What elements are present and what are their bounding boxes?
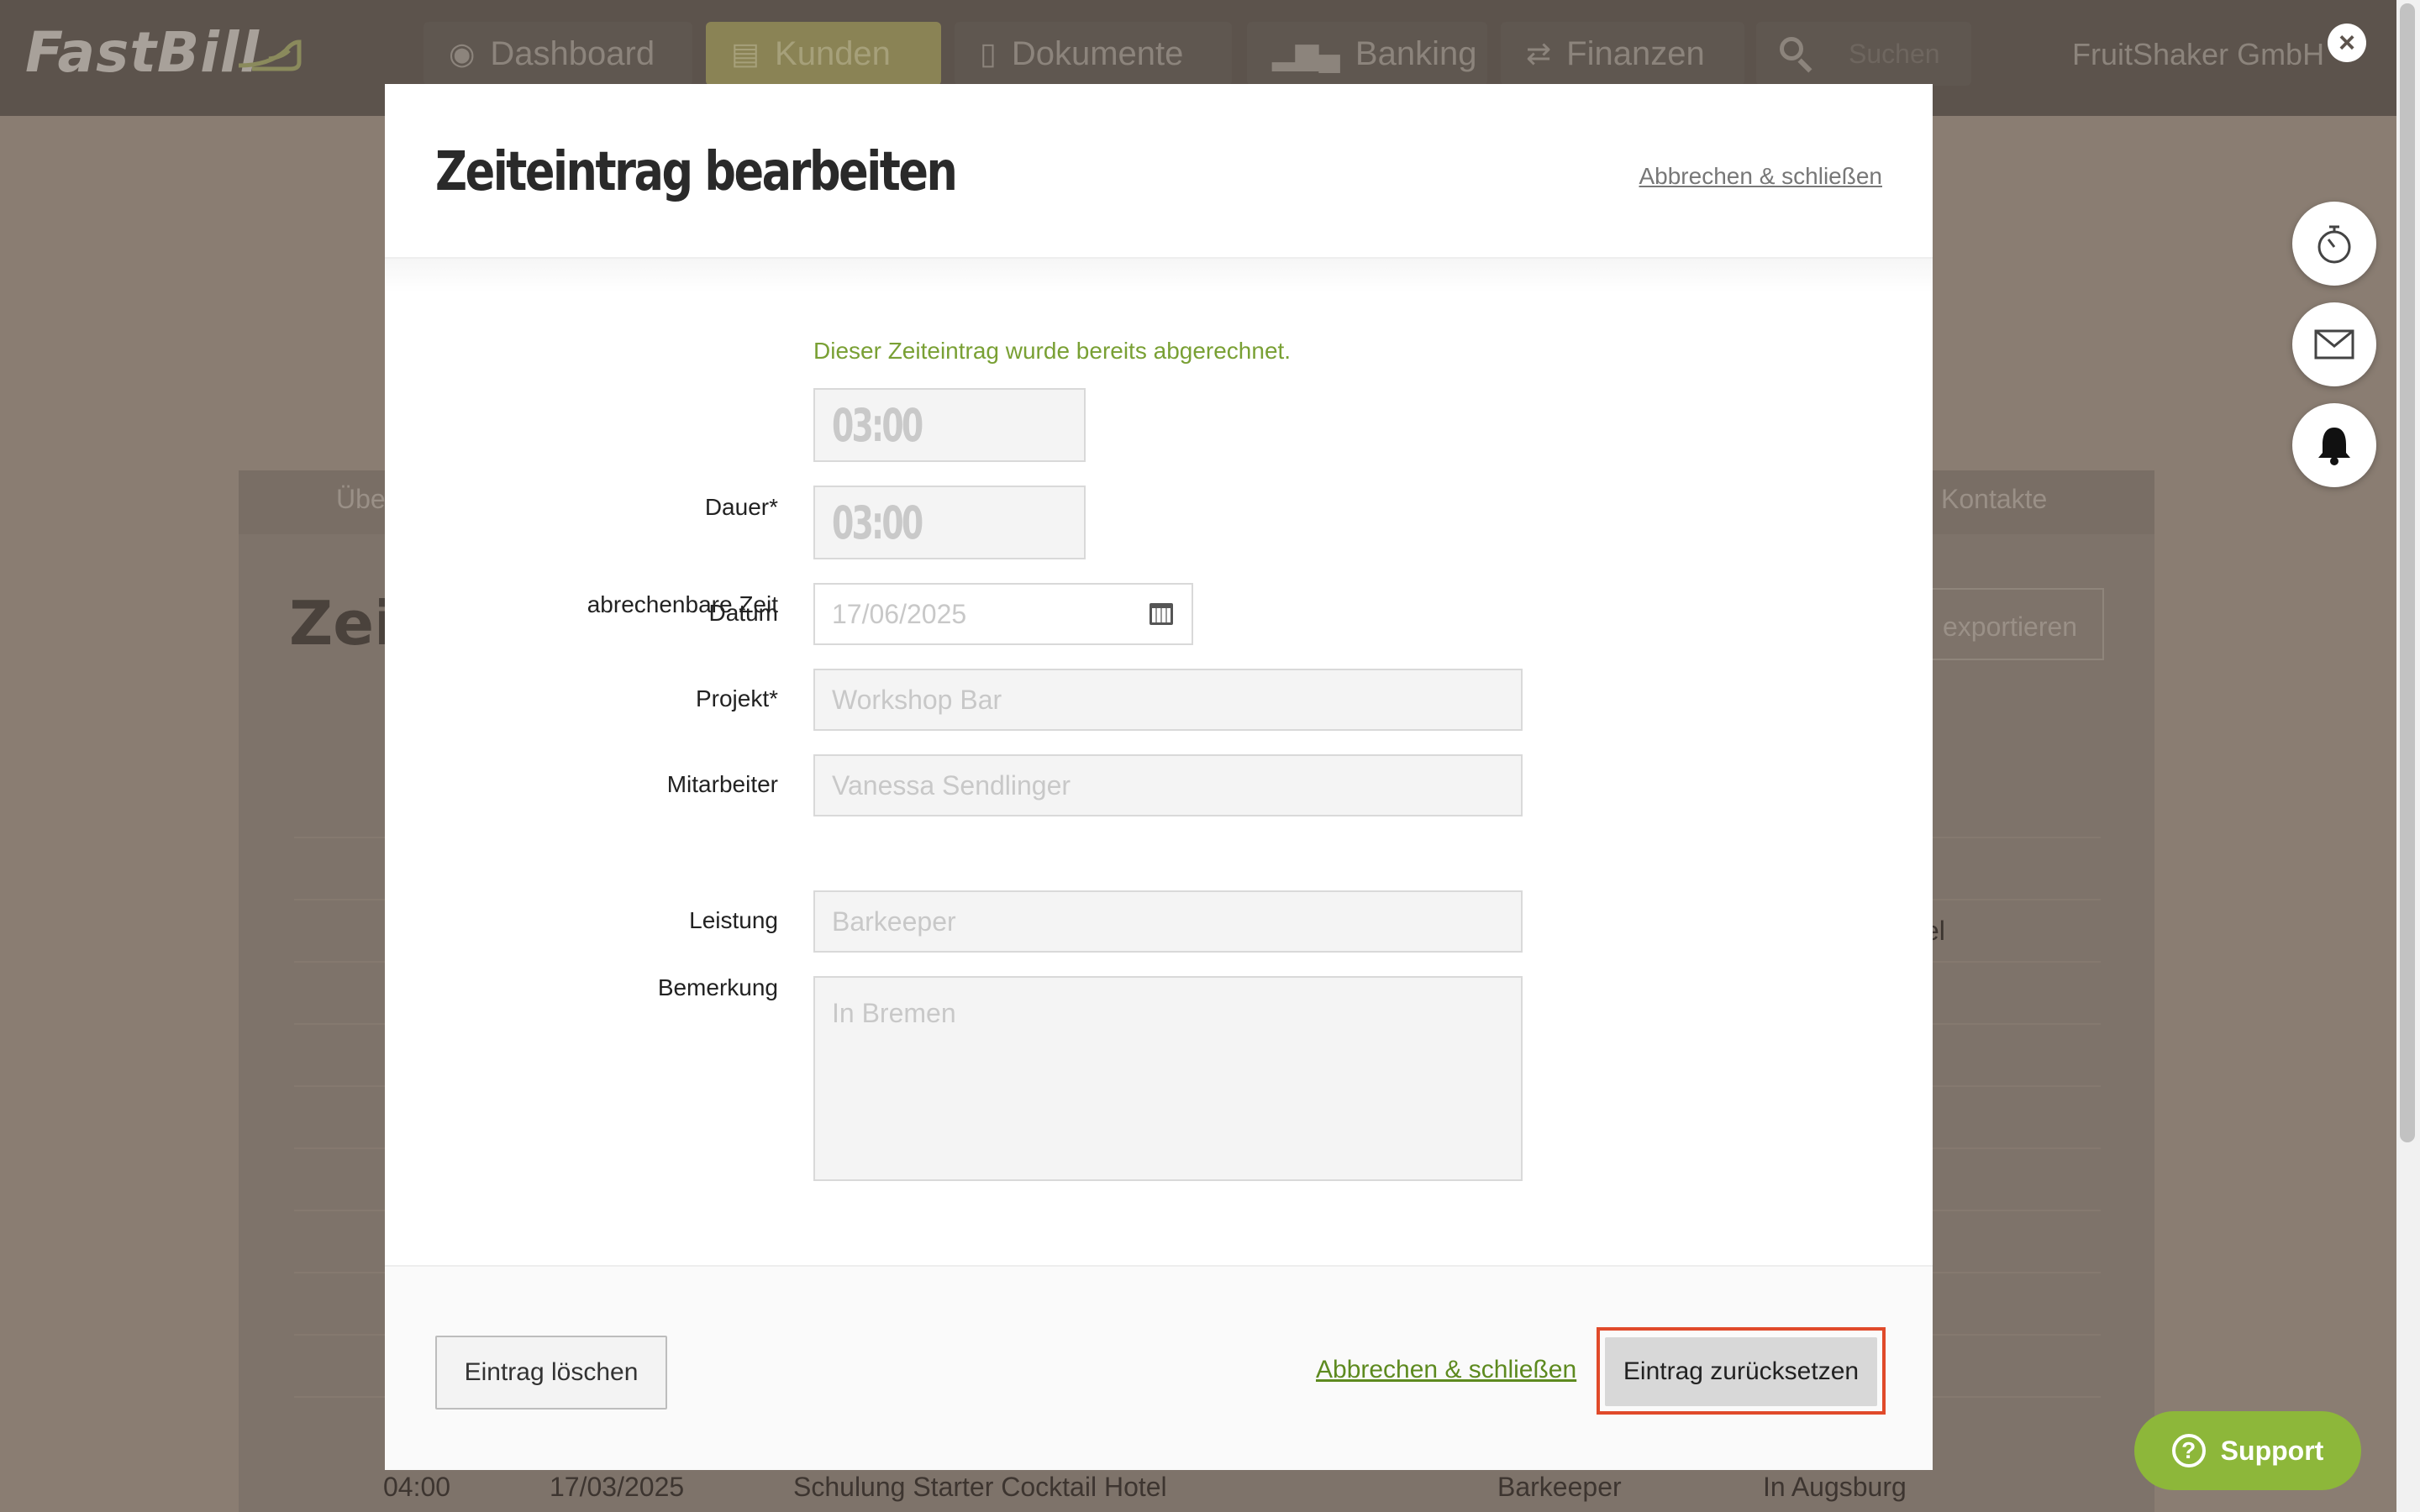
delete-entry-button[interactable]: Eintrag löschen	[435, 1336, 667, 1410]
background-row-date: 17/03/2025	[550, 1472, 685, 1502]
service-label: Leistung	[689, 907, 778, 933]
nav-kunden[interactable]: ▤ Kunden	[706, 22, 941, 86]
close-icon[interactable]: ×	[2328, 24, 2366, 62]
help-icon: ?	[2171, 1434, 2206, 1467]
billable-time-field: 03:00	[813, 486, 1086, 559]
background-tab-overview: Übe	[336, 484, 386, 514]
date-field: 17/06/2025	[813, 583, 1193, 645]
background-export-button: exportieren	[1924, 588, 2104, 660]
mail-icon	[2314, 329, 2354, 360]
edit-time-entry-modal: Zeiteintrag bearbeiten Abbrechen & schli…	[385, 84, 1933, 1470]
duration-field: 03:00	[813, 388, 1086, 462]
company-name[interactable]: FruitShaker GmbH	[2072, 37, 2324, 72]
background-row-project: Schulung Starter Cocktail Hotel	[793, 1472, 1167, 1502]
arrows-icon: ⇄	[1526, 36, 1552, 71]
project-field: Workshop Bar	[813, 669, 1523, 731]
nav-dokumente[interactable]: ▯ Dokumente	[955, 22, 1232, 86]
stopwatch-icon	[2317, 225, 2351, 264]
bar-chart-icon: ▂▆▄	[1272, 36, 1340, 71]
modal-title: Zeiteintrag bearbeiten	[435, 141, 958, 203]
remark-label: Bemerkung	[657, 974, 778, 1000]
logo-wave-icon	[238, 39, 302, 71]
service-field: Barkeeper	[813, 890, 1523, 953]
bell-icon	[2318, 428, 2350, 465]
search-icon	[1780, 37, 1803, 60]
background-row-service: Barkeeper	[1497, 1472, 1622, 1502]
employee-label: Mitarbeiter	[666, 771, 778, 797]
nav-finanzen[interactable]: ⇄ Finanzen	[1501, 22, 1744, 86]
nav-banking-label: Banking	[1355, 34, 1477, 72]
background-row-note: In Augsburg	[1763, 1472, 1907, 1502]
nav-dokumente-label: Dokumente	[1011, 34, 1184, 72]
project-label: Projekt*	[695, 685, 778, 711]
date-label: Datum	[708, 600, 778, 626]
document-icon: ▯	[980, 36, 997, 71]
employee-field: Vanessa Sendlinger	[813, 754, 1523, 816]
remark-textarea: In Bremen	[813, 976, 1523, 1181]
modal-header: Zeiteintrag bearbeiten Abbrechen & schli…	[385, 84, 1933, 259]
scrollbar-thumb[interactable]	[2400, 3, 2415, 1142]
nav-kunden-label: Kunden	[775, 34, 891, 72]
modal-body-shade	[385, 259, 1933, 292]
nav-dashboard-label: Dashboard	[490, 34, 655, 72]
billed-notice: Dieser Zeiteintrag wurde bereits abgerec…	[813, 338, 1292, 364]
reset-entry-button[interactable]: Eintrag zurücksetzen	[1605, 1337, 1877, 1406]
duration-label: Dauer*	[704, 494, 778, 520]
messages-button[interactable]	[2292, 302, 2376, 386]
duration-value: 03:00	[832, 398, 923, 452]
header-cancel-close-link[interactable]: Abbrechen & schließen	[1639, 163, 1882, 190]
billable-time-value: 03:00	[832, 496, 923, 549]
support-button[interactable]: ? Support	[2134, 1411, 2361, 1490]
support-label: Support	[2220, 1435, 2324, 1466]
nav-banking[interactable]: ▂▆▄ Banking	[1247, 22, 1487, 86]
fastbill-logo[interactable]: FastBill	[25, 20, 260, 85]
nav-finanzen-label: Finanzen	[1566, 34, 1705, 72]
dashboard-icon: ◉	[449, 36, 476, 71]
timer-button[interactable]	[2292, 202, 2376, 286]
briefcase-icon: ▤	[731, 36, 760, 71]
modal-footer: Eintrag löschen Abbrechen & schließen Ei…	[385, 1265, 1933, 1470]
date-value: 17/06/2025	[832, 598, 967, 629]
footer-cancel-close-link[interactable]: Abbrechen & schließen	[1316, 1356, 1576, 1384]
background-row-duration: 04:00	[383, 1472, 451, 1502]
nav-dashboard[interactable]: ◉ Dashboard	[424, 22, 692, 86]
calendar-icon	[1150, 603, 1173, 625]
notifications-button[interactable]	[2292, 403, 2376, 487]
background-tab-contacts: Kontakte	[1941, 484, 2048, 514]
